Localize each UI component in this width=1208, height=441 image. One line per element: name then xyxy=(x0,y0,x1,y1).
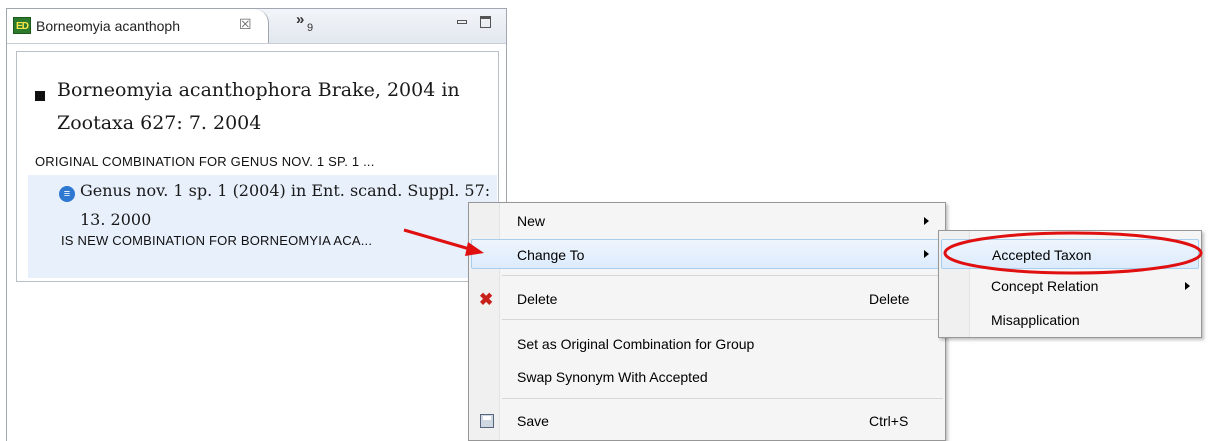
editor-tab-icon: ED xyxy=(13,17,31,34)
close-tab-icon[interactable]: ☒ xyxy=(239,16,252,33)
submenu-item-concept-relation[interactable]: Concept Relation xyxy=(941,271,1199,301)
menu-item-save[interactable]: Save Ctrl+S xyxy=(471,406,943,436)
menu-separator xyxy=(502,319,943,320)
menu-item-label: Save xyxy=(517,413,549,429)
menu-separator xyxy=(502,398,943,399)
maximize-view-icon[interactable] xyxy=(480,16,491,28)
synonym-icon: ≡ xyxy=(59,186,75,202)
menu-item-label: Swap Synonym With Accepted xyxy=(517,369,708,385)
menu-item-change-to[interactable]: Change To xyxy=(471,239,943,269)
synonym-relation-label: IS NEW COMBINATION FOR BORNEOMYIA ACA... xyxy=(61,233,373,248)
menu-item-shortcut: Ctrl+S xyxy=(869,413,909,429)
menu-item-label: New xyxy=(517,213,546,229)
tab-overflow-count[interactable]: 9 xyxy=(307,22,313,34)
submenu-arrow-icon xyxy=(1185,282,1190,290)
tab-overflow-icon[interactable]: » xyxy=(296,11,304,28)
submenu-item-label: Concept Relation xyxy=(991,278,1099,294)
accepted-name-text[interactable]: Borneomyia acanthophora Brake, 2004 in Z… xyxy=(57,74,477,140)
minimize-view-icon[interactable] xyxy=(457,20,467,24)
menu-item-new[interactable]: New xyxy=(471,206,943,236)
editor-tab-title: Borneomyia acanthoph xyxy=(36,18,180,34)
context-menu: New Change To ✖ Delete Delete Set as Ori… xyxy=(468,202,946,441)
editor-tab-bar: ED Borneomyia acanthoph ☒ » 9 xyxy=(7,9,506,44)
menu-separator xyxy=(502,275,943,276)
menu-item-shortcut: Delete xyxy=(869,291,910,307)
menu-item-label: Change To xyxy=(517,247,585,263)
change-to-submenu: Accepted Taxon Concept Relation Misappli… xyxy=(938,230,1202,338)
menu-item-label: Delete xyxy=(517,291,558,307)
save-icon xyxy=(480,414,494,428)
accepted-group-label: ORIGINAL COMBINATION FOR GENUS NOV. 1 SP… xyxy=(35,154,375,169)
submenu-item-accepted-taxon[interactable]: Accepted Taxon xyxy=(941,239,1199,269)
accepted-name-bullet-icon xyxy=(35,91,45,101)
submenu-arrow-icon xyxy=(924,250,929,258)
submenu-item-label: Accepted Taxon xyxy=(992,247,1092,263)
menu-item-swap-synonym[interactable]: Swap Synonym With Accepted xyxy=(471,362,943,392)
submenu-item-label: Misapplication xyxy=(991,312,1080,328)
synonym-name-text[interactable]: Genus nov. 1 sp. 1 (2004) in Ent. scand.… xyxy=(80,176,500,234)
name-editor-content: Borneomyia acanthophora Brake, 2004 in Z… xyxy=(16,51,499,282)
menu-item-delete[interactable]: ✖ Delete Delete xyxy=(471,284,943,314)
editor-tab[interactable]: ED Borneomyia acanthoph ☒ xyxy=(7,9,269,43)
menu-item-label: Set as Original Combination for Group xyxy=(517,336,755,352)
menu-item-set-original-combination[interactable]: Set as Original Combination for Group xyxy=(471,329,943,359)
submenu-item-misapplication[interactable]: Misapplication xyxy=(941,305,1199,335)
submenu-arrow-icon xyxy=(924,217,929,225)
delete-icon: ✖ xyxy=(479,290,494,309)
taxon-editor-view: ED Borneomyia acanthoph ☒ » 9 Borneomyia… xyxy=(6,8,507,441)
